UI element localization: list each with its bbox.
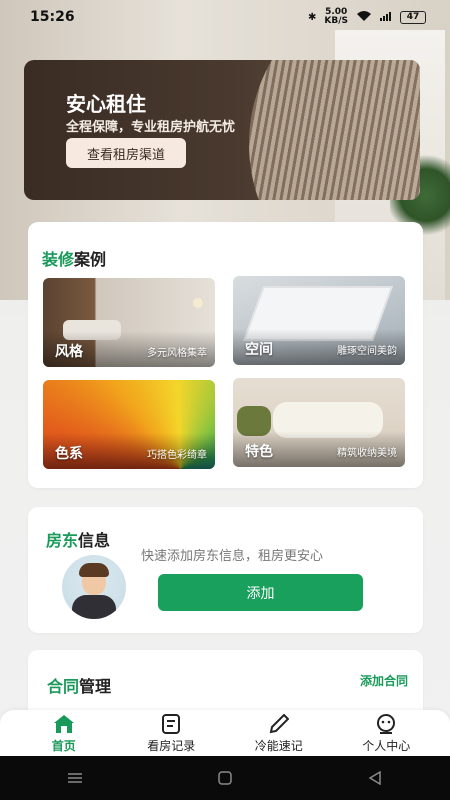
- landlord-description: 快速添加房东信息，租房更安心: [141, 549, 324, 564]
- landlord-info-card: 房东信息 快速添加房东信息，租房更安心 添加: [28, 507, 423, 633]
- tile-desc: 巧搭色彩绮章: [147, 450, 207, 461]
- status-bar: 15:26 ✱ 5.00 KB/S 47: [0, 0, 450, 34]
- landlord-info-title: 房东信息: [46, 531, 111, 550]
- home-icon: [53, 713, 75, 735]
- tile-name: 色系: [55, 446, 83, 462]
- tab-label: 个人中心: [362, 738, 411, 753]
- tile-desc: 雕琢空间美韵: [337, 346, 397, 357]
- decor-tile-space[interactable]: 空间 雕琢空间美韵: [233, 276, 405, 365]
- tab-viewing-records[interactable]: 看房记录: [121, 713, 221, 754]
- pen-icon: [268, 713, 290, 735]
- decor-tile-feature[interactable]: 特色 精筑收纳美境: [233, 378, 405, 467]
- status-icons: ✱ 5.00 KB/S 47: [308, 8, 426, 26]
- record-icon: [160, 713, 182, 735]
- tab-label: 首页: [51, 738, 76, 753]
- hero-banner[interactable]: 安心租住 全程保障，专业租房护航无忧 查看租房渠道: [24, 60, 420, 200]
- contract-management-title: 合同管理: [47, 677, 112, 696]
- tab-home[interactable]: 首页: [14, 713, 114, 754]
- decor-tile-style[interactable]: 风格 多元风格集萃: [43, 278, 215, 367]
- hero-wood-slats: [249, 60, 420, 200]
- view-channels-button[interactable]: 查看租房渠道: [66, 138, 186, 168]
- add-contract-link[interactable]: 添加合同: [360, 672, 408, 689]
- decor-cases-title: 装修案例: [42, 250, 107, 269]
- tile-name: 空间: [245, 342, 273, 358]
- hero-subtitle: 全程保障，专业租房护航无忧: [66, 120, 236, 135]
- avatar: [62, 555, 126, 619]
- system-nav-bar: [0, 756, 450, 800]
- status-time: 15:26: [30, 9, 75, 25]
- signal-icon: [380, 11, 392, 24]
- decor-cases-card: 装修案例 风格 多元风格集萃 空间 雕琢空间美韵 色系 巧搭色彩绮章 特色 精筑…: [28, 222, 423, 488]
- battery-indicator: 47: [400, 10, 426, 24]
- decor-tile-color[interactable]: 色系 巧搭色彩绮章: [43, 380, 215, 469]
- bluetooth-icon: ✱: [308, 11, 317, 23]
- tab-quick-notes[interactable]: 冷能速记: [229, 713, 329, 754]
- tile-desc: 多元风格集萃: [147, 348, 207, 359]
- tab-profile[interactable]: 个人中心: [336, 713, 436, 754]
- tile-desc: 精筑收纳美境: [337, 448, 397, 459]
- home-square-icon[interactable]: [205, 763, 245, 793]
- tab-label: 冷能速记: [254, 738, 303, 753]
- tile-name: 风格: [55, 344, 83, 360]
- add-landlord-button[interactable]: 添加: [158, 574, 363, 611]
- profile-icon: [375, 713, 397, 735]
- tab-label: 看房记录: [147, 738, 196, 753]
- tile-name: 特色: [245, 444, 273, 460]
- back-icon[interactable]: [355, 763, 395, 793]
- bottom-tab-bar: 首页 看房记录 冷能速记 个人中心: [0, 710, 450, 756]
- wifi-icon: [356, 10, 372, 25]
- hero-title: 安心租住: [66, 92, 146, 116]
- menu-icon[interactable]: [55, 763, 95, 793]
- network-speed: 5.00 KB/S: [324, 7, 348, 26]
